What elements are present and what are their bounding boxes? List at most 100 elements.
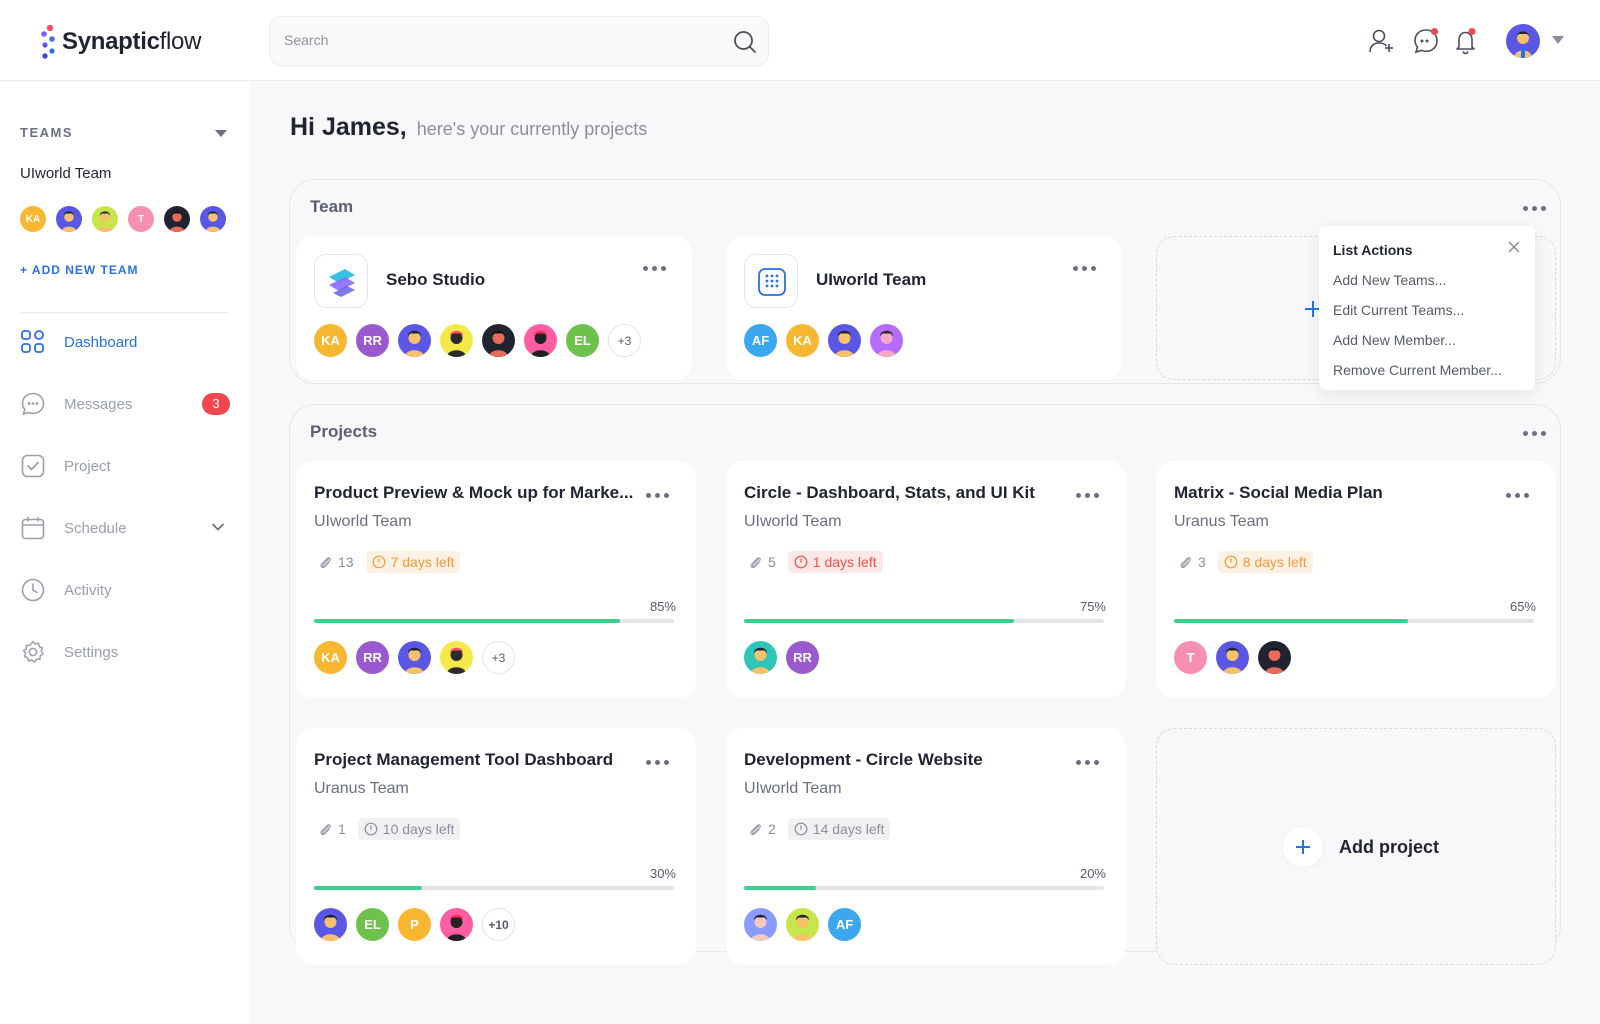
projects-panel-more-icon[interactable]	[1523, 429, 1547, 437]
nav-dashboard[interactable]: Dashboard	[20, 327, 230, 357]
user-avatar[interactable]	[1506, 24, 1540, 58]
member-avatar[interactable]	[744, 908, 777, 941]
member-avatar[interactable]: AF	[744, 324, 777, 357]
member-avatar[interactable]	[314, 908, 347, 941]
project-card[interactable]: Matrix - Social Media Plan Uranus Team 3 8 …	[1156, 461, 1556, 698]
member-avatar[interactable]	[786, 908, 819, 941]
attachment-count: 13	[338, 554, 354, 570]
project-more-icon[interactable]	[1506, 491, 1530, 499]
project-title: Circle - Dashboard, Stats, and UI Kit	[744, 483, 1035, 502]
member-avatar[interactable]	[524, 324, 557, 357]
notification-bell-icon[interactable]	[1451, 26, 1481, 56]
menu-item-remove-current-member[interactable]: Remove Current Member...	[1333, 362, 1502, 378]
project-more-icon[interactable]	[1076, 758, 1100, 766]
nav-dashboard-label: Dashboard	[64, 333, 138, 351]
list-actions-title: List Actions	[1333, 242, 1413, 258]
add-user-icon[interactable]	[1367, 26, 1397, 56]
member-avatar[interactable]: RR	[356, 324, 389, 357]
search-input[interactable]	[284, 32, 704, 48]
add-project-button[interactable]: Add project	[1283, 827, 1439, 867]
search-icon[interactable]	[732, 29, 758, 55]
app-logo[interactable]: Synapticflow	[38, 24, 201, 60]
member-avatar[interactable]: RR	[786, 641, 819, 674]
attachments[interactable]: 2	[744, 818, 780, 840]
attachments[interactable]: 5	[744, 551, 780, 573]
chevron-down-icon[interactable]	[210, 519, 226, 535]
project-card[interactable]: Development - Circle Website UIworld Team…	[726, 728, 1126, 965]
member-avatar[interactable]: KA	[314, 324, 347, 357]
attachment-count: 2	[768, 821, 776, 837]
menu-item-add-new-member[interactable]: Add New Member...	[1333, 332, 1456, 348]
member-avatar[interactable]: EL	[356, 908, 389, 941]
more-members-avatar[interactable]: +10	[482, 908, 515, 941]
teams-dropdown-caret-icon[interactable]	[215, 130, 227, 137]
member-avatar[interactable]	[440, 908, 473, 941]
member-avatar[interactable]: KA	[20, 206, 46, 232]
member-avatar[interactable]	[870, 324, 903, 357]
nav-settings[interactable]: Settings	[20, 637, 230, 667]
member-avatar[interactable]: KA	[314, 641, 347, 674]
nav-schedule[interactable]: Schedule	[20, 513, 230, 543]
projects-panel: Projects Product Preview & Mock up for M…	[289, 404, 1561, 965]
member-avatar[interactable]: P	[398, 908, 431, 941]
more-members-avatar[interactable]: +3	[482, 641, 515, 674]
project-team: Uranus Team	[1174, 513, 1269, 530]
project-more-icon[interactable]	[1076, 491, 1100, 499]
dot-grid-logo-icon	[758, 268, 786, 296]
team-panel-more-icon[interactable]	[1523, 204, 1547, 212]
team-card-uiworld-team[interactable]: UIworld Team AF KA	[726, 236, 1122, 380]
member-avatar[interactable]	[200, 206, 226, 232]
member-avatar[interactable]	[440, 324, 473, 357]
member-avatar[interactable]: T	[128, 206, 154, 232]
team-card-more-icon[interactable]	[1073, 264, 1097, 272]
member-avatar[interactable]: T	[1174, 641, 1207, 674]
team-card-more-icon[interactable]	[643, 264, 667, 272]
member-avatar[interactable]	[1258, 641, 1291, 674]
member-avatar[interactable]	[164, 206, 190, 232]
member-avatar[interactable]	[1216, 641, 1249, 674]
member-avatar[interactable]	[482, 324, 515, 357]
member-avatar[interactable]: AF	[828, 908, 861, 941]
member-avatar[interactable]	[440, 641, 473, 674]
member-avatar[interactable]	[744, 641, 777, 674]
project-more-icon[interactable]	[646, 758, 670, 766]
project-avatars: EL P +10	[314, 908, 515, 941]
menu-item-edit-current-teams[interactable]: Edit Current Teams...	[1333, 302, 1464, 318]
nav-messages-label: Messages	[64, 395, 133, 413]
attachments[interactable]: 1	[314, 818, 350, 840]
add-project-card[interactable]: Add project	[1156, 728, 1556, 965]
member-avatar[interactable]: KA	[786, 324, 819, 357]
project-card[interactable]: Product Preview & Mock up for Marke... UI…	[296, 461, 696, 698]
member-avatar[interactable]: RR	[356, 641, 389, 674]
attachments[interactable]: 13	[314, 551, 358, 573]
progress-bar	[744, 619, 1104, 623]
progress-percent: 20%	[1079, 866, 1106, 881]
project-more-icon[interactable]	[646, 491, 670, 499]
attachments[interactable]: 3	[1174, 551, 1210, 573]
attachment-count: 5	[768, 554, 776, 570]
nav-activity[interactable]: Activity	[20, 575, 230, 605]
member-avatar[interactable]: EL	[566, 324, 599, 357]
team-card-sebo-studio[interactable]: Sebo Studio KA RR EL +3	[296, 236, 692, 380]
more-members-avatar[interactable]: +3	[608, 324, 641, 357]
add-project-label: Add project	[1339, 836, 1440, 857]
project-card[interactable]: Project Management Tool Dashboard Uranus …	[296, 728, 696, 965]
progress-bar	[1174, 619, 1534, 623]
attachment-count: 1	[338, 821, 346, 837]
account-menu-caret-icon[interactable]	[1552, 36, 1564, 44]
chat-icon[interactable]	[1411, 26, 1441, 56]
member-avatar[interactable]	[398, 324, 431, 357]
clock-icon	[21, 578, 45, 602]
member-avatar[interactable]	[92, 206, 118, 232]
nav-messages[interactable]: Messages 3	[20, 389, 230, 419]
add-new-team-link[interactable]: + ADD NEW TEAM	[20, 263, 139, 277]
member-avatar[interactable]	[828, 324, 861, 357]
project-card[interactable]: Circle - Dashboard, Stats, and UI Kit UIw…	[726, 461, 1126, 698]
member-avatar[interactable]	[398, 641, 431, 674]
nav-project[interactable]: Project	[20, 451, 230, 481]
member-avatar[interactable]	[56, 206, 82, 232]
close-icon[interactable]	[1507, 240, 1521, 254]
timer-icon	[794, 555, 808, 569]
current-team-name: UIworld Team	[20, 165, 112, 182]
menu-item-add-new-teams[interactable]: Add New Teams...	[1333, 272, 1446, 288]
